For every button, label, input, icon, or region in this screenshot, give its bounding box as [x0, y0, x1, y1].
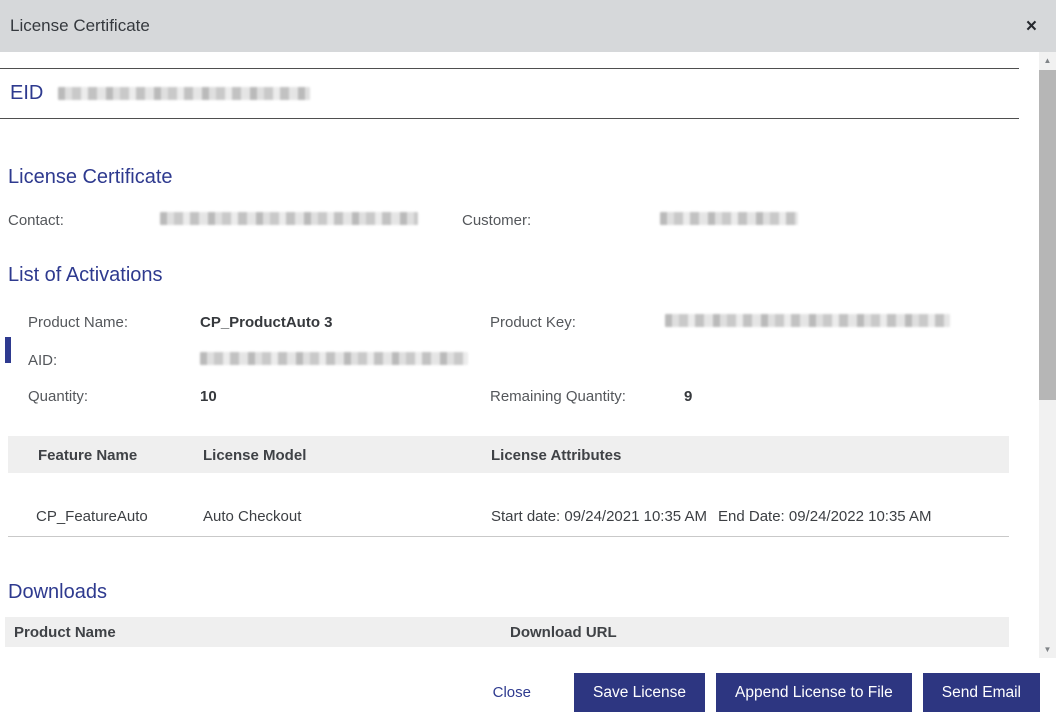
downloads-table-header: Product Name Download URL [5, 617, 1009, 647]
license-certificate-modal: License Certificate × EID License Certif… [0, 0, 1056, 719]
license-attributes-column-header: License Attributes [491, 447, 621, 464]
activation-block: Product Name: CP_ProductAuto 3 Product K… [0, 314, 1019, 406]
downloads-product-name-column-header: Product Name [14, 624, 116, 641]
send-email-button[interactable]: Send Email [923, 673, 1040, 712]
feature-table-header: Feature Name License Model License Attri… [8, 436, 1009, 473]
close-button[interactable]: Close [493, 684, 531, 701]
save-license-button[interactable]: Save License [574, 673, 705, 712]
customer-redacted-value [660, 212, 798, 225]
start-date-text: Start date: 09/24/2021 10:35 AM [491, 508, 707, 525]
close-icon[interactable]: × [1022, 15, 1041, 38]
product-name-row: Product Name: CP_ProductAuto 3 Product K… [0, 314, 1019, 332]
eid-label: EID [10, 82, 43, 105]
contact-redacted-value [160, 212, 418, 225]
contact-customer-row: Contact: Customer: [0, 212, 1019, 230]
aid-row: AID: [0, 352, 1019, 370]
feature-table-row: CP_FeatureAuto Auto Checkout Start date:… [8, 473, 1009, 537]
customer-label: Customer: [462, 212, 531, 229]
modal-footer: Close Save License Append License to Fil… [0, 658, 1056, 719]
license-certificate-heading: License Certificate [0, 166, 1019, 189]
product-name-value: CP_ProductAuto 3 [200, 314, 333, 331]
feature-name-column-header: Feature Name [38, 447, 137, 464]
aid-label: AID: [28, 352, 57, 369]
append-license-to-file-button[interactable]: Append License to File [716, 673, 912, 712]
eid-redacted-value [58, 87, 310, 100]
modal-title: License Certificate [10, 16, 150, 36]
feature-name-cell: CP_FeatureAuto [36, 508, 148, 525]
downloads-heading: Downloads [0, 581, 1019, 604]
modal-body: EID License Certificate Contact: Custome… [0, 52, 1056, 658]
license-model-column-header: License Model [203, 447, 306, 464]
quantity-label: Quantity: [28, 388, 88, 405]
remaining-quantity-label: Remaining Quantity: [490, 388, 626, 405]
remaining-quantity-value: 9 [684, 388, 692, 405]
scrollbar-thumb[interactable] [1039, 70, 1056, 400]
quantity-value: 10 [200, 388, 217, 405]
downloads-table: Product Name Download URL [5, 617, 1009, 647]
list-of-activations-heading: List of Activations [0, 264, 1019, 287]
quantity-row: Quantity: 10 Remaining Quantity: 9 [0, 388, 1019, 406]
scroll-down-icon[interactable]: ▼ [1039, 641, 1056, 658]
product-key-redacted-value [665, 314, 950, 327]
license-model-cell: Auto Checkout [203, 508, 301, 525]
product-name-label: Product Name: [28, 314, 128, 331]
download-url-column-header: Download URL [510, 624, 617, 641]
aid-redacted-value [200, 352, 468, 365]
modal-content: EID License Certificate Contact: Custome… [0, 52, 1019, 647]
vertical-scrollbar[interactable]: ▲ ▼ [1039, 52, 1056, 658]
product-key-label: Product Key: [490, 314, 576, 331]
eid-section: EID [0, 68, 1019, 119]
license-attributes-cell: Start date: 09/24/2021 10:35 AM End Date:… [491, 508, 932, 525]
feature-table: Feature Name License Model License Attri… [8, 436, 1009, 537]
scroll-up-icon[interactable]: ▲ [1039, 52, 1056, 69]
contact-label: Contact: [8, 212, 64, 229]
end-date-text: End Date: 09/24/2022 10:35 AM [718, 508, 932, 525]
modal-header: License Certificate × [0, 0, 1056, 52]
